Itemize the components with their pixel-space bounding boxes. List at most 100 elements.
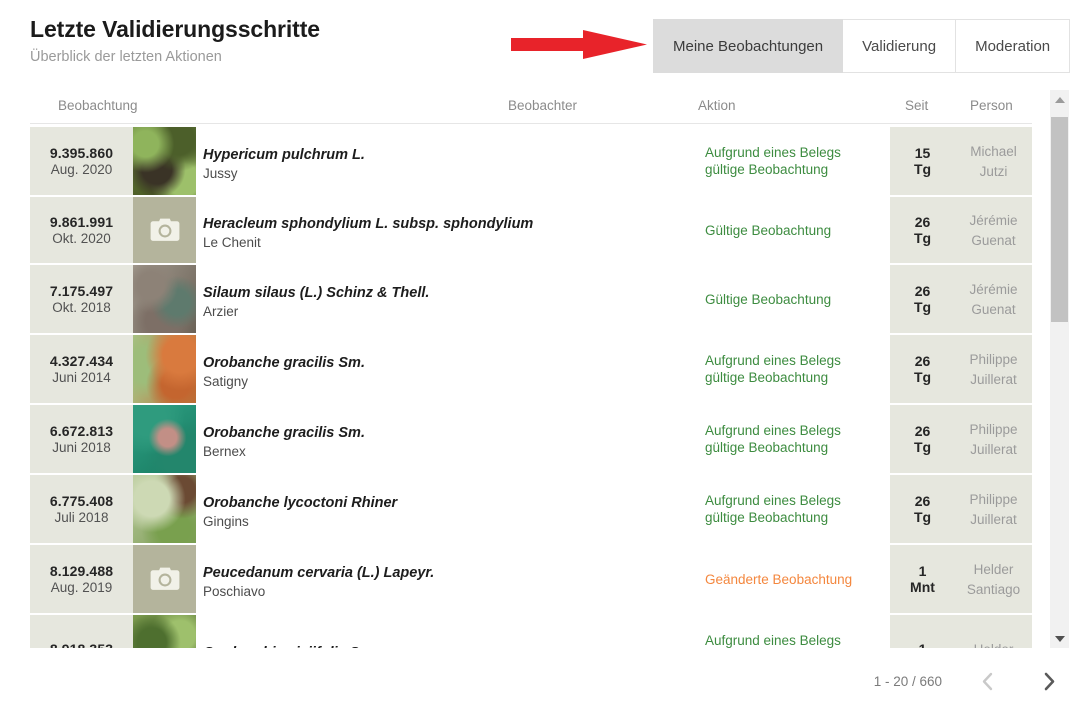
since-cell: 26 Tg — [890, 405, 955, 473]
person-last-name: Juillerat — [970, 511, 1017, 527]
observation-location: Gingins — [203, 514, 249, 529]
species-name[interactable]: Onobrychis viciifolia Scop. — [203, 644, 697, 649]
view-tabs: Meine Beobachtungen Validierung Moderati… — [653, 19, 1071, 73]
arrow-right-icon — [511, 27, 647, 63]
observation-id: 7.175.497 — [49, 283, 114, 299]
column-header-person[interactable]: Person — [970, 98, 1013, 113]
species-name[interactable]: Orobanche gracilis Sm. — [203, 354, 697, 372]
triangle-up-icon — [1054, 96, 1065, 103]
since-value: 15 — [914, 145, 931, 161]
tab-validierung[interactable]: Validierung — [843, 19, 957, 73]
table-row[interactable]: 8.129.488 Aug. 2019 Peucedanum cervaria (L… — [30, 545, 1032, 613]
action-status-label: Aufgrund eines Belegs gültige Beobachtun… — [705, 353, 841, 385]
species-name[interactable]: Heracleum sphondylium L. subsp. sphondyl… — [203, 215, 697, 233]
person-last-name: Jutzi — [979, 163, 1008, 179]
person-first-name: Helder — [973, 561, 1014, 577]
person-first-name: Jérémie — [969, 212, 1018, 228]
person-first-name: Philippe — [969, 421, 1018, 437]
observation-taxon-cell: Silaum silaus (L.) Schinz & Thell. Arzier — [196, 265, 697, 333]
since-value: 1 — [918, 563, 927, 579]
person-first-name: Michael — [970, 143, 1017, 159]
meta-cell: 26 Tg Philippe Juillerat — [890, 475, 1032, 543]
action-status-label: Aufgrund eines Belegs gültige Beobachtun… — [705, 145, 841, 177]
scroll-down-button[interactable] — [1050, 629, 1069, 648]
observation-date: Okt. 2018 — [52, 300, 111, 315]
table-row[interactable]: 6.672.813 Juni 2018 Orobanche gracilis Sm.… — [30, 405, 1032, 473]
table-scrollbar[interactable] — [1050, 90, 1069, 648]
observation-thumbnail[interactable] — [133, 405, 196, 473]
next-page-button[interactable] — [1032, 664, 1066, 698]
person-first-name: Philippe — [969, 351, 1018, 367]
since-cell: 26 Tg — [890, 197, 955, 263]
observation-id: 9.861.991 — [49, 214, 114, 230]
observation-thumbnail[interactable] — [133, 475, 196, 543]
observation-thumbnail[interactable] — [133, 197, 196, 263]
action-status-label: Geänderte Beobachtung — [705, 571, 853, 587]
observation-id-cell: 4.327.434 Juni 2014 — [30, 335, 133, 403]
observation-location: Bernex — [203, 444, 246, 459]
since-value: 26 — [914, 353, 931, 369]
table-row[interactable]: 8.918.353 Onobrychis viciifolia Scop. Aufg… — [30, 615, 1032, 648]
observation-id: 4.327.434 — [49, 353, 114, 369]
column-header-observation[interactable]: Beobachtung — [58, 98, 138, 113]
observation-thumbnail[interactable] — [133, 265, 196, 333]
thumbnail-photo — [133, 127, 196, 195]
since-unit: Mnt — [910, 579, 935, 595]
since-unit: Tg — [913, 509, 932, 525]
page-root: Letzte Validierungsschritte Überblick de… — [0, 0, 1088, 712]
person-last-name: Santiago — [966, 581, 1021, 597]
observation-thumbnail[interactable] — [133, 127, 196, 195]
scrollbar-thumb[interactable] — [1051, 117, 1068, 322]
observation-taxon-cell: Orobanche gracilis Sm. Satigny — [196, 335, 697, 403]
species-name[interactable]: Peucedanum cervaria (L.) Lapeyr. — [203, 564, 697, 582]
species-name[interactable]: Orobanche lycoctoni Rhiner — [203, 494, 697, 512]
person-first-name: Helder — [974, 640, 1014, 649]
thumbnail-placeholder — [133, 545, 196, 613]
since-value: 26 — [914, 283, 931, 299]
tab-meine-beobachtungen[interactable]: Meine Beobachtungen — [653, 19, 844, 73]
person-first-name: Philippe — [969, 491, 1018, 507]
action-cell: Geänderte Beobachtung — [697, 545, 890, 613]
person-cell: Philippe Juillerat — [955, 475, 1032, 543]
page-title: Letzte Validierungsschritte — [30, 16, 320, 42]
column-header-since[interactable]: Seit — [905, 98, 928, 113]
meta-cell: 26 Tg Jérémie Guenat — [890, 197, 1032, 263]
previous-page-button[interactable] — [970, 664, 1004, 698]
since-unit: Tg — [913, 369, 932, 385]
table-row[interactable]: 4.327.434 Juni 2014 Orobanche gracilis Sm.… — [30, 335, 1032, 403]
species-name[interactable]: Silaum silaus (L.) Schinz & Thell. — [203, 284, 697, 302]
since-cell: 1 — [890, 615, 955, 648]
observation-id: 9.395.860 — [49, 145, 114, 161]
observation-date: Juni 2014 — [52, 370, 111, 385]
since-unit: Tg — [913, 439, 932, 455]
thumbnail-photo — [133, 405, 196, 473]
column-header-observer[interactable]: Beobachter — [508, 98, 577, 113]
observation-thumbnail[interactable] — [133, 615, 196, 648]
observation-id-cell: 9.395.860 Aug. 2020 — [30, 127, 133, 195]
column-header-action[interactable]: Aktion — [698, 98, 736, 113]
person-first-name: Jérémie — [969, 281, 1018, 297]
observation-location: Jussy — [203, 166, 238, 181]
table-row[interactable]: 7.175.497 Okt. 2018 Silaum silaus (L.) Sch… — [30, 265, 1032, 333]
observation-id-cell: 9.861.991 Okt. 2020 — [30, 197, 133, 263]
table-row[interactable]: 9.395.860 Aug. 2020 Hypericum pulchrum L. J… — [30, 127, 1032, 195]
observation-location: Satigny — [203, 374, 249, 389]
species-name[interactable]: Orobanche gracilis Sm. — [203, 424, 697, 442]
since-unit: Tg — [913, 161, 932, 177]
observation-thumbnail[interactable] — [133, 335, 196, 403]
since-unit: Tg — [913, 299, 932, 315]
tab-moderation[interactable]: Moderation — [956, 19, 1071, 73]
table-row[interactable]: 6.775.408 Juli 2018 Orobanche lycoctoni Rh… — [30, 475, 1032, 543]
table-row[interactable]: 9.861.991 Okt. 2020 Heracleum sphondylium … — [30, 197, 1032, 263]
scroll-up-button[interactable] — [1050, 90, 1069, 109]
observation-taxon-cell: Heracleum sphondylium L. subsp. sphondyl… — [196, 197, 697, 263]
since-cell: 26 Tg — [890, 335, 955, 403]
action-cell: Aufgrund eines Belegs gültige — [697, 615, 890, 648]
meta-cell: 1 Mnt Helder Santiago — [890, 545, 1032, 613]
observation-thumbnail[interactable] — [133, 545, 196, 613]
page-header: Letzte Validierungsschritte Überblick de… — [30, 14, 320, 68]
observation-date: Okt. 2020 — [52, 231, 111, 246]
thumbnail-photo — [133, 265, 196, 333]
person-last-name: Guenat — [971, 232, 1016, 248]
species-name[interactable]: Hypericum pulchrum L. — [203, 146, 697, 164]
